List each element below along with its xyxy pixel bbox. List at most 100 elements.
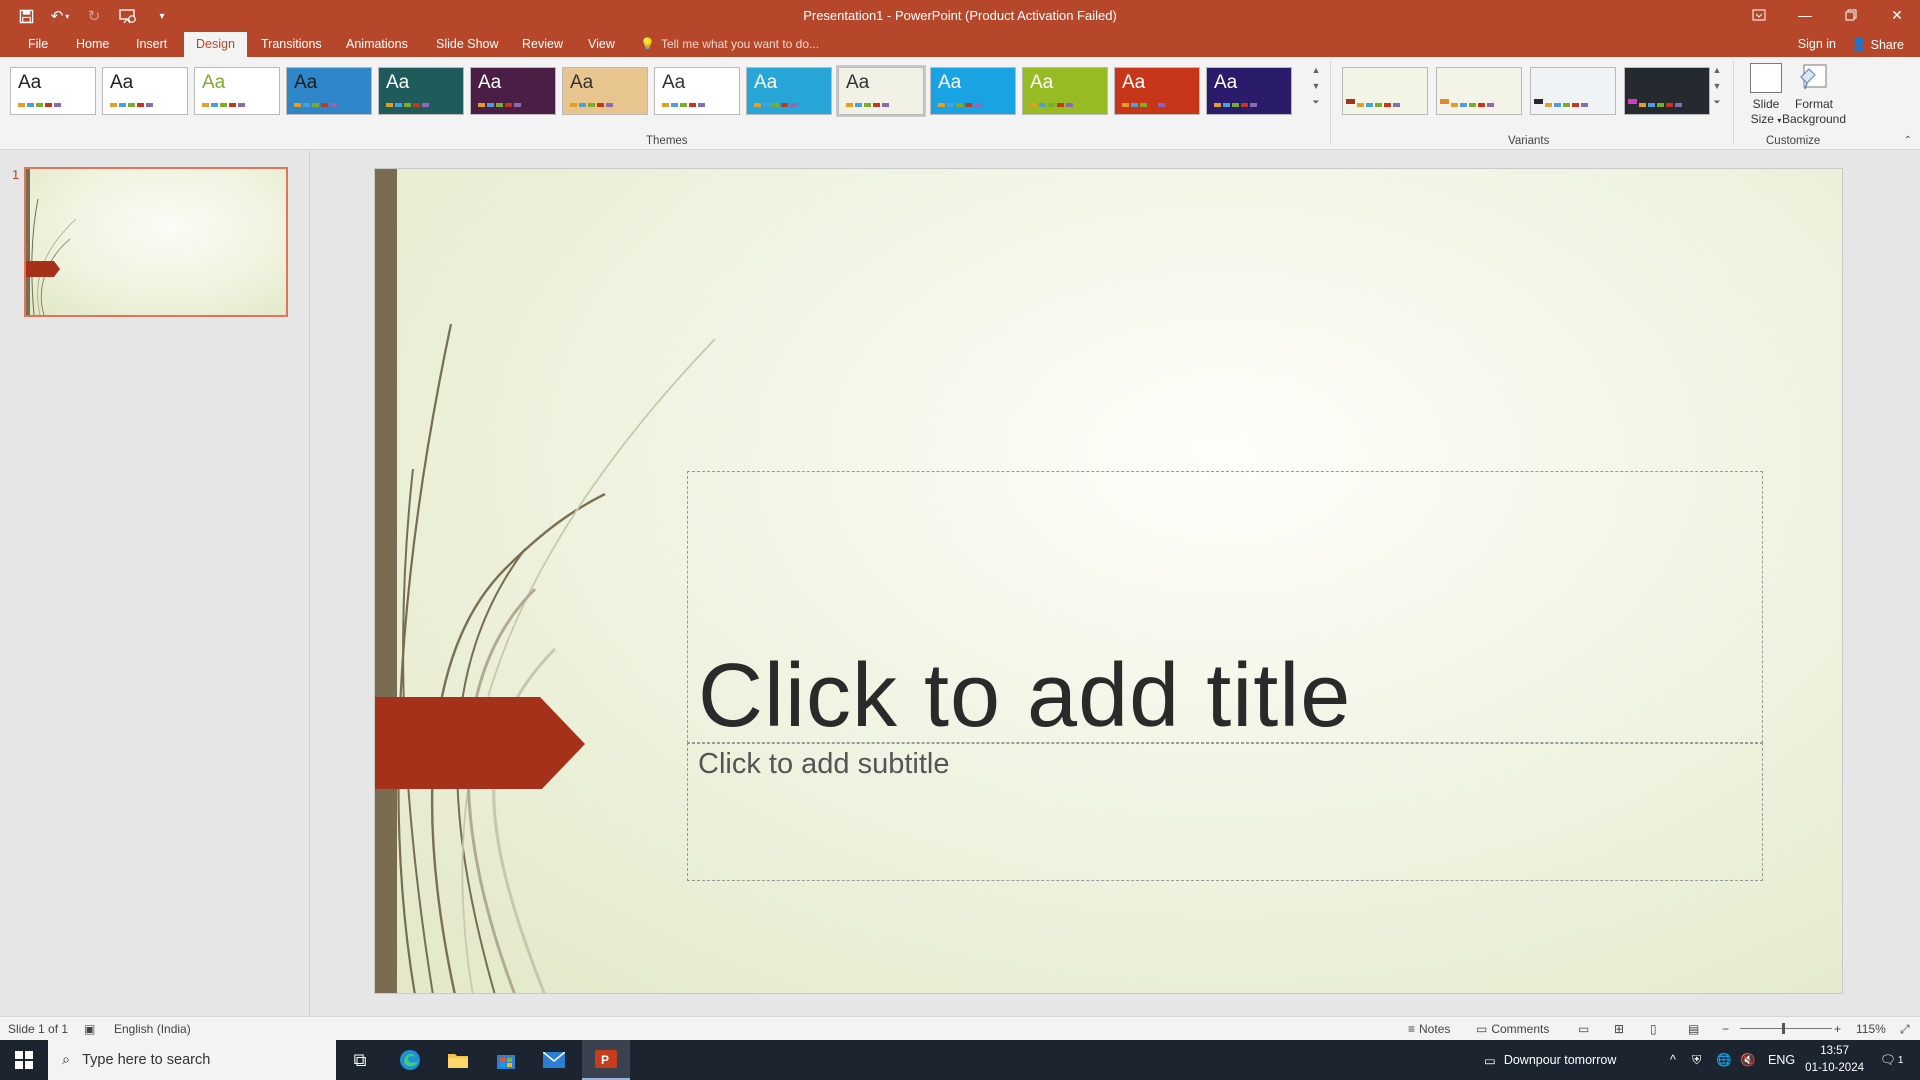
subtitle-placeholder-text: Click to add subtitle (698, 748, 950, 780)
tab-design[interactable]: Design (184, 32, 247, 57)
theme-sample-text: Aa (846, 72, 870, 93)
slide-sorter-icon[interactable]: ⊞ (1614, 1022, 1624, 1036)
ribbon-display-options-icon[interactable] (1736, 0, 1782, 30)
weather-widget[interactable]: ▭ Downpour tomorrow (1484, 1040, 1616, 1080)
search-icon: ⌕ (62, 1052, 71, 1068)
clock[interactable]: 13:57 01-10-2024 (1805, 1043, 1864, 1077)
scroll-up-icon[interactable]: ▲ (1312, 65, 1321, 75)
tab-animations[interactable]: Animations (334, 32, 420, 57)
slide-1[interactable]: Click to add title Click to add subtitle (374, 168, 1843, 994)
tab-file[interactable]: File (16, 32, 60, 57)
variant-thumbnail[interactable] (1624, 67, 1710, 115)
theme-thumbnail[interactable]: Aa (746, 67, 832, 115)
mail-icon[interactable] (530, 1040, 578, 1080)
collapse-ribbon-icon[interactable]: ⌃ (1904, 135, 1912, 146)
theme-thumbnail[interactable]: Aa (10, 67, 96, 115)
theme-sample-text: Aa (938, 72, 962, 93)
tab-review[interactable]: Review (510, 32, 575, 57)
scroll-down-icon[interactable]: ▼ (1713, 81, 1722, 91)
theme-sample-text: Aa (1122, 72, 1146, 93)
tab-slide-show[interactable]: Slide Show (424, 32, 511, 57)
theme-sample-text: Aa (1030, 72, 1054, 93)
minimize-icon[interactable]: — (1782, 0, 1828, 30)
tell-me-search[interactable]: 💡 Tell me what you want to do... (640, 37, 819, 51)
weather-text: Downpour tomorrow (1503, 1053, 1617, 1067)
theme-thumbnail[interactable]: Aa (102, 67, 188, 115)
file-explorer-icon[interactable] (434, 1040, 482, 1080)
theme-thumbnail[interactable]: Aa (194, 67, 280, 115)
slide-size-label: Slide Size (1750, 97, 1780, 126)
notification-center[interactable]: 🗨 1 (1880, 1040, 1903, 1080)
zoom-out-icon[interactable]: − (1722, 1022, 1729, 1036)
theme-sample-text: Aa (662, 72, 686, 93)
theme-thumbnail[interactable]: Aa (470, 67, 556, 115)
spelling-check-icon[interactable]: ▣ (84, 1022, 95, 1036)
theme-color-swatches (938, 103, 981, 107)
theme-sample-text: Aa (294, 72, 318, 93)
theme-color-swatches (110, 103, 153, 107)
zoom-level[interactable]: 115% (1856, 1022, 1886, 1036)
theme-sample-text: Aa (202, 72, 226, 93)
comments-label: Comments (1491, 1022, 1550, 1036)
close-icon[interactable]: ✕ (1874, 0, 1920, 30)
title-placeholder[interactable]: Click to add title (687, 471, 1763, 746)
tab-home[interactable]: Home (64, 32, 121, 57)
theme-sample-text: Aa (478, 72, 502, 93)
theme-thumbnail[interactable]: Aa (654, 67, 740, 115)
theme-thumbnail[interactable]: Aa (562, 67, 648, 115)
fit-slide-icon[interactable]: ⤢ (1900, 1022, 1910, 1037)
network-icon[interactable]: 🌐 (1716, 1040, 1732, 1080)
theme-thumbnail[interactable]: Aa (378, 67, 464, 115)
zoom-in-icon[interactable]: + (1834, 1022, 1841, 1036)
variant-thumbnail[interactable] (1342, 67, 1428, 115)
reading-view-icon[interactable]: ▯ (1650, 1022, 1657, 1036)
powerpoint-taskbar-icon[interactable]: P (582, 1040, 630, 1080)
notification-icon: 🗨 (1880, 1052, 1896, 1067)
variant-accent (1440, 99, 1449, 104)
windows-start-icon[interactable] (0, 1040, 48, 1080)
zoom-slider[interactable] (1740, 1028, 1832, 1029)
show-hidden-icons[interactable]: ^ (1670, 1040, 1676, 1080)
theme-color-swatches (754, 103, 797, 107)
normal-view-icon[interactable]: ▭ (1578, 1022, 1589, 1036)
slide-thumbnail[interactable] (24, 167, 288, 317)
more-icon[interactable]: ⏷ (1713, 97, 1720, 108)
variant-thumbnail[interactable] (1436, 67, 1522, 115)
notes-icon: ≡ (1408, 1022, 1416, 1036)
notes-button[interactable]: ≡ Notes (1408, 1022, 1450, 1036)
share-button[interactable]: 👤 Share (1851, 37, 1904, 52)
theme-thumbnail[interactable]: Aa (286, 67, 372, 115)
subtitle-placeholder[interactable]: Click to add subtitle (687, 743, 1763, 881)
notification-count: 1 (1897, 1054, 1904, 1066)
sign-in-link[interactable]: Sign in (1798, 37, 1836, 51)
scroll-down-icon[interactable]: ▼ (1312, 81, 1321, 91)
security-icon[interactable]: ⛨ (1692, 1040, 1701, 1080)
task-view-icon[interactable]: ⧉ (336, 1040, 384, 1080)
more-icon[interactable]: ⏷ (1312, 97, 1319, 108)
theme-thumbnail[interactable]: Aa (1022, 67, 1108, 115)
restore-icon[interactable] (1828, 0, 1874, 30)
comments-button[interactable]: ▭ Comments (1476, 1022, 1549, 1036)
theme-sample-text: Aa (386, 72, 410, 93)
variant-thumbnail[interactable] (1530, 67, 1616, 115)
slide-show-icon[interactable]: ▤ (1688, 1022, 1699, 1036)
input-language[interactable]: ENG (1768, 1040, 1795, 1080)
tab-view[interactable]: View (576, 32, 627, 57)
scroll-up-icon[interactable]: ▲ (1713, 65, 1722, 75)
tab-insert[interactable]: Insert (124, 32, 179, 57)
edge-icon[interactable] (386, 1040, 434, 1080)
volume-mute-icon[interactable]: 🔇 (1740, 1040, 1756, 1080)
theme-sample-text: Aa (18, 72, 42, 93)
variants-scroll: ▲ ▼ ⏷ (1710, 65, 1724, 108)
taskbar-search-box[interactable]: ⌕ Type here to search (48, 1040, 336, 1080)
zoom-slider-thumb[interactable] (1782, 1023, 1785, 1034)
format-background-button[interactable]: Format Background (1778, 63, 1850, 127)
tab-transitions[interactable]: Transitions (249, 32, 334, 57)
theme-thumbnail[interactable]: Aa (836, 65, 926, 117)
ribbon-design: Aa Aa Aa Aa Aa Aa Aa Aa Aa Aa Aa Aa Aa Aa ▲ ▼ ⏷ Theme… (0, 57, 1920, 150)
theme-thumbnail[interactable]: Aa (930, 67, 1016, 115)
microsoft-store-icon[interactable] (482, 1040, 530, 1080)
language-status[interactable]: English (India) (114, 1022, 191, 1036)
theme-thumbnail[interactable]: Aa (1206, 67, 1292, 115)
theme-thumbnail[interactable]: Aa (1114, 67, 1200, 115)
